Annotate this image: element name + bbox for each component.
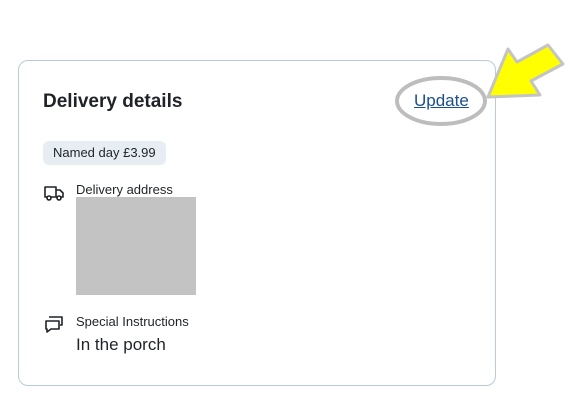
update-link[interactable]: Update [414,91,469,111]
chat-bubbles-icon [43,314,65,336]
delivery-address-label: Delivery address [76,182,173,197]
delivery-details-card: Delivery details Update Named day £3.99 … [18,60,496,386]
card-title: Delivery details [43,91,183,112]
truck-icon [43,182,65,204]
highlight-arrow-icon [486,43,565,99]
delivery-address-redacted [76,197,196,295]
special-instructions-value: In the porch [76,335,166,354]
delivery-option-badge: Named day £3.99 [43,141,166,165]
special-instructions-label: Special Instructions [76,314,189,329]
